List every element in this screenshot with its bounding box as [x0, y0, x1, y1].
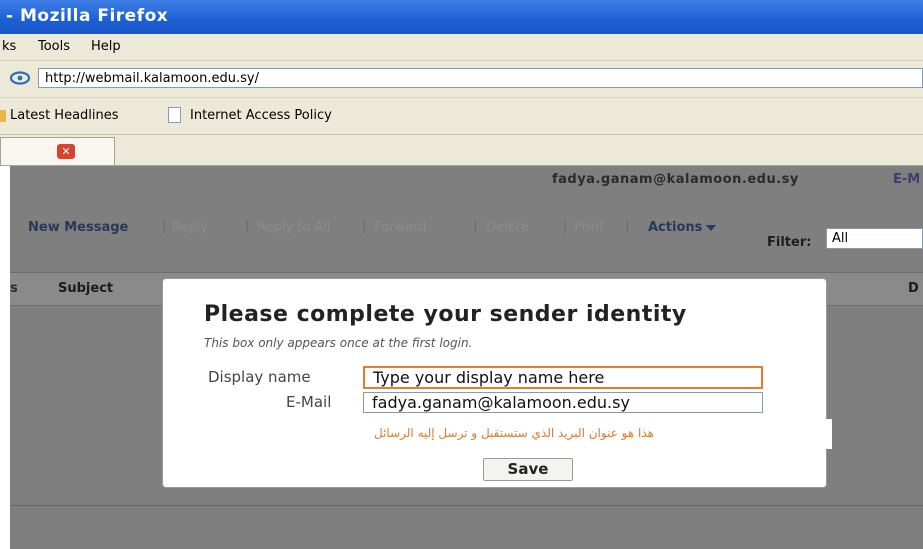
toolbar-separator: |: [625, 219, 630, 234]
forward-button[interactable]: Forward: [374, 220, 426, 235]
window-title: - Mozilla Firefox: [6, 6, 169, 26]
reply-all-button[interactable]: Reply to All: [257, 220, 330, 235]
reply-button[interactable]: Reply: [172, 220, 208, 235]
url-input[interactable]: http://webmail.kalamoon.edu.sy/: [38, 68, 923, 88]
close-tab-icon[interactable]: ✕: [57, 144, 75, 159]
user-email-label: fadya.ganam@kalamoon.edu.sy: [552, 172, 799, 187]
toolbar-separator: |: [245, 219, 250, 234]
display-name-input[interactable]: Type your display name here: [363, 366, 763, 389]
menu-item-bookmarks[interactable]: ks: [2, 39, 16, 54]
new-message-button[interactable]: New Message: [28, 220, 128, 235]
arabic-note: هذا هو عنوان البريد الذي ستستقبل و ترسل …: [374, 426, 654, 440]
folder-icon: [0, 110, 6, 122]
save-button[interactable]: Save: [483, 458, 573, 481]
toolbar-separator: |: [162, 219, 167, 234]
display-name-label: Display name: [208, 368, 311, 386]
toolbar-separator: |: [473, 219, 478, 234]
browser-tab[interactable]: ✕: [0, 137, 115, 165]
bookmark-latest-headlines[interactable]: Latest Headlines: [10, 108, 119, 123]
email-label: E-Mail: [286, 393, 332, 411]
window-titlebar: - Mozilla Firefox: [0, 0, 923, 34]
divider: [10, 505, 923, 506]
chevron-down-icon: [706, 224, 717, 231]
toolbar-separator: |: [362, 219, 367, 234]
actions-label: Actions: [648, 220, 703, 235]
print-button[interactable]: Print: [574, 220, 604, 235]
dialog-subtitle: This box only appears once at the first …: [204, 336, 473, 350]
bookmarks-toolbar: Latest Headlines Internet Access Policy: [0, 98, 923, 135]
filter-select[interactable]: All: [826, 228, 923, 249]
actions-menu-button[interactable]: Actions: [648, 220, 717, 235]
dialog-title: Please complete your sender identity: [204, 302, 687, 327]
delete-button[interactable]: Delete: [486, 220, 529, 235]
site-favicon-icon: [10, 71, 30, 85]
menu-item-help[interactable]: Help: [91, 39, 121, 54]
tab-strip: ✕: [0, 135, 923, 166]
filter-label: Filter:: [767, 235, 812, 250]
email-input[interactable]: fadya.ganam@kalamoon.edu.sy: [363, 392, 763, 413]
menu-item-tools[interactable]: Tools: [38, 39, 70, 54]
email-menu-link[interactable]: E-M: [893, 172, 920, 187]
column-header-date[interactable]: D: [908, 281, 919, 296]
toolbar-separator: |: [563, 219, 568, 234]
column-header-fragment[interactable]: s: [10, 281, 18, 296]
menu-bar: ks Tools Help: [0, 34, 923, 61]
sender-identity-dialog: Please complete your sender identity Thi…: [162, 278, 832, 488]
navigation-bar: http://webmail.kalamoon.edu.sy/: [0, 61, 923, 98]
page-icon: [168, 107, 181, 123]
note-box: هذا هو عنوان البريد الذي ستستقبل و ترسل …: [354, 419, 832, 449]
column-header-subject[interactable]: Subject: [58, 281, 113, 296]
bookmark-internet-access-policy[interactable]: Internet Access Policy: [190, 108, 332, 123]
